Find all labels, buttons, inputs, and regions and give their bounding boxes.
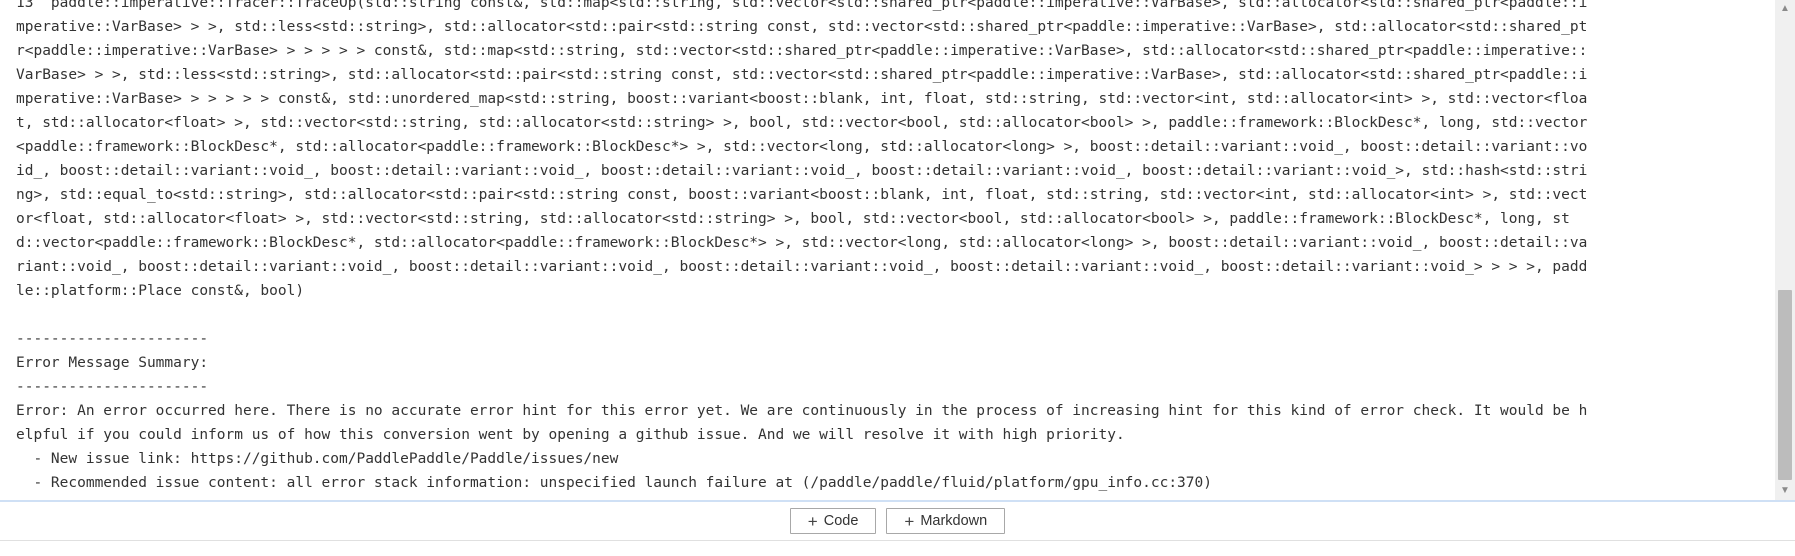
triangle-down-icon[interactable]: ▼ xyxy=(1775,482,1795,500)
output-line: ---------------------- xyxy=(16,331,209,347)
add-markdown-label: Markdown xyxy=(920,513,988,529)
output-line: riant::void_, boost::detail::variant::vo… xyxy=(16,259,1588,275)
output-line: <paddle::framework::BlockDesc*, std::all… xyxy=(16,139,1588,155)
add-code-label: Code xyxy=(823,513,859,529)
output-line: ---------------------- xyxy=(16,379,209,395)
issue-link-line: - New issue link: https://github.com/Pad… xyxy=(16,451,619,467)
scrollbar-thumb[interactable] xyxy=(1778,290,1792,480)
plus-icon: + xyxy=(904,511,915,531)
error-message: Error: An error occurred here. There is … xyxy=(16,403,1588,419)
output-text: 13 paddle::imperative::Tracer::TraceOp(s… xyxy=(16,0,1775,495)
output-line: mperative::VarBase> > >, std::less<std::… xyxy=(16,19,1588,35)
add-code-cell-button[interactable]: + Code xyxy=(789,508,877,534)
output-line: id_, boost::detail::variant::void_, boos… xyxy=(16,163,1588,179)
add-cell-toolbar: + Code + Markdown xyxy=(0,502,1795,540)
output-line: ng>, std::equal_to<std::string>, std::al… xyxy=(16,187,1588,203)
error-summary-heading: Error Message Summary: xyxy=(16,355,209,371)
output-line: mperative::VarBase> > > > > > const&, st… xyxy=(16,91,1588,107)
issue-content-line: - Recommended issue content: all error s… xyxy=(16,475,1212,491)
error-message: elpful if you could inform us of how thi… xyxy=(16,427,1125,443)
output-scrollbar[interactable]: ▲ ▼ xyxy=(1775,0,1795,500)
cell-output-area: 13 paddle::imperative::Tracer::TraceOp(s… xyxy=(0,0,1775,500)
output-line: 13 paddle::imperative::Tracer::TraceOp(s… xyxy=(16,0,1588,11)
add-markdown-cell-button[interactable]: + Markdown xyxy=(886,508,1006,534)
output-line: le::platform::Place const&, bool) xyxy=(16,283,305,299)
output-line: VarBase> > >, std::less<std::string>, st… xyxy=(16,67,1588,83)
next-cell[interactable] xyxy=(0,540,1795,556)
plus-icon: + xyxy=(807,511,818,531)
output-line: r<paddle::imperative::VarBase> > > > > >… xyxy=(16,43,1588,59)
output-line: t, std::allocator<float> >, std::vector<… xyxy=(16,115,1588,131)
triangle-up-icon[interactable]: ▲ xyxy=(1775,0,1795,18)
output-line: d::vector<paddle::framework::BlockDesc*,… xyxy=(16,235,1588,251)
output-line: or<float, std::allocator<float> >, std::… xyxy=(16,211,1570,227)
